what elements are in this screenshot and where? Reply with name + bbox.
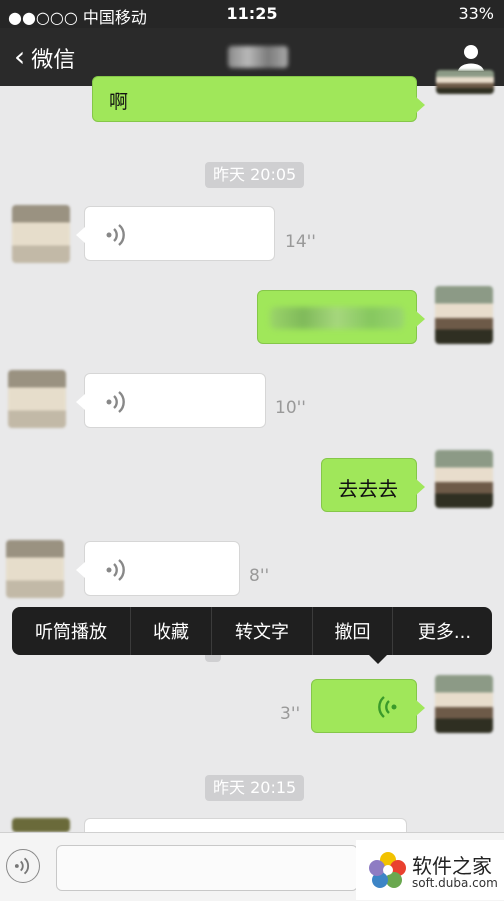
avatar[interactable] xyxy=(6,540,64,598)
message-bubble-sent[interactable]: 啊 xyxy=(92,76,425,122)
voice-message-bubble[interactable] xyxy=(76,206,275,261)
timestamp: 昨天 20:15 xyxy=(205,775,305,801)
menu-pointer xyxy=(368,654,388,664)
battery-percent: 33% xyxy=(458,4,494,23)
message-text: 啊 xyxy=(109,91,129,113)
voice-wave-icon xyxy=(106,559,125,581)
back-button[interactable]: ‹ 微信 xyxy=(14,42,75,74)
voice-message-bubble[interactable] xyxy=(76,541,240,596)
menu-item-to-text[interactable]: 转文字 xyxy=(212,607,313,655)
status-bar: ●●○○○ 中国移动 11:25 33% xyxy=(0,0,504,28)
voice-duration: 10'' xyxy=(275,398,306,418)
menu-item-label: 更多... xyxy=(417,622,472,643)
menu-item-earpiece-play[interactable]: 听筒播放 xyxy=(12,607,131,655)
menu-item-label: 转文字 xyxy=(235,622,289,643)
watermark-url: soft.duba.com xyxy=(412,876,498,890)
chevron-left-icon: ‹ xyxy=(14,40,26,73)
watermark: 软件之家 soft.duba.com xyxy=(356,840,504,900)
voice-wave-icon xyxy=(106,224,125,246)
voice-duration: 14'' xyxy=(285,232,316,252)
person-icon[interactable] xyxy=(456,42,486,72)
voice-duration: 3'' xyxy=(280,704,301,724)
back-label: 微信 xyxy=(31,48,76,73)
menu-item-recall[interactable]: 撤回 xyxy=(313,607,393,655)
avatar[interactable] xyxy=(435,286,493,344)
avatar[interactable] xyxy=(12,818,70,832)
menu-item-more[interactable]: 更多... xyxy=(393,607,496,655)
message-bubble-sent[interactable] xyxy=(257,290,425,344)
voice-input-button[interactable] xyxy=(6,849,40,883)
menu-item-label: 撤回 xyxy=(334,622,371,643)
watermark-title: 软件之家 xyxy=(412,854,492,878)
avatar[interactable] xyxy=(8,370,66,428)
voice-duration: 8'' xyxy=(249,566,270,586)
voice-message-bubble[interactable] xyxy=(76,373,266,428)
menu-item-label: 听筒播放 xyxy=(35,622,107,643)
message-context-menu: 听筒播放 收藏 转文字 撤回 更多... xyxy=(12,607,492,655)
voice-wave-icon xyxy=(378,696,397,718)
voice-wave-icon xyxy=(106,391,125,413)
message-text: 去去去 xyxy=(338,477,398,501)
menu-item-favorite[interactable]: 收藏 xyxy=(131,607,212,655)
battery-label: 33% xyxy=(458,4,494,23)
avatar[interactable] xyxy=(12,205,70,263)
message-input[interactable] xyxy=(56,845,358,891)
menu-item-label: 收藏 xyxy=(153,622,189,643)
blurred-text xyxy=(270,307,404,329)
timestamp: 昨天 20:05 xyxy=(205,162,305,188)
avatar[interactable] xyxy=(435,450,493,508)
avatar[interactable] xyxy=(436,70,494,94)
voice-wave-icon xyxy=(14,857,29,875)
clock: 11:25 xyxy=(226,4,278,23)
avatar[interactable] xyxy=(435,675,493,733)
voice-message-bubble-sent[interactable] xyxy=(311,679,425,733)
chat-title-blurred xyxy=(228,46,288,68)
message-bubble-sent[interactable]: 去去去 xyxy=(321,458,425,512)
colorful-flower-logo xyxy=(369,852,406,888)
